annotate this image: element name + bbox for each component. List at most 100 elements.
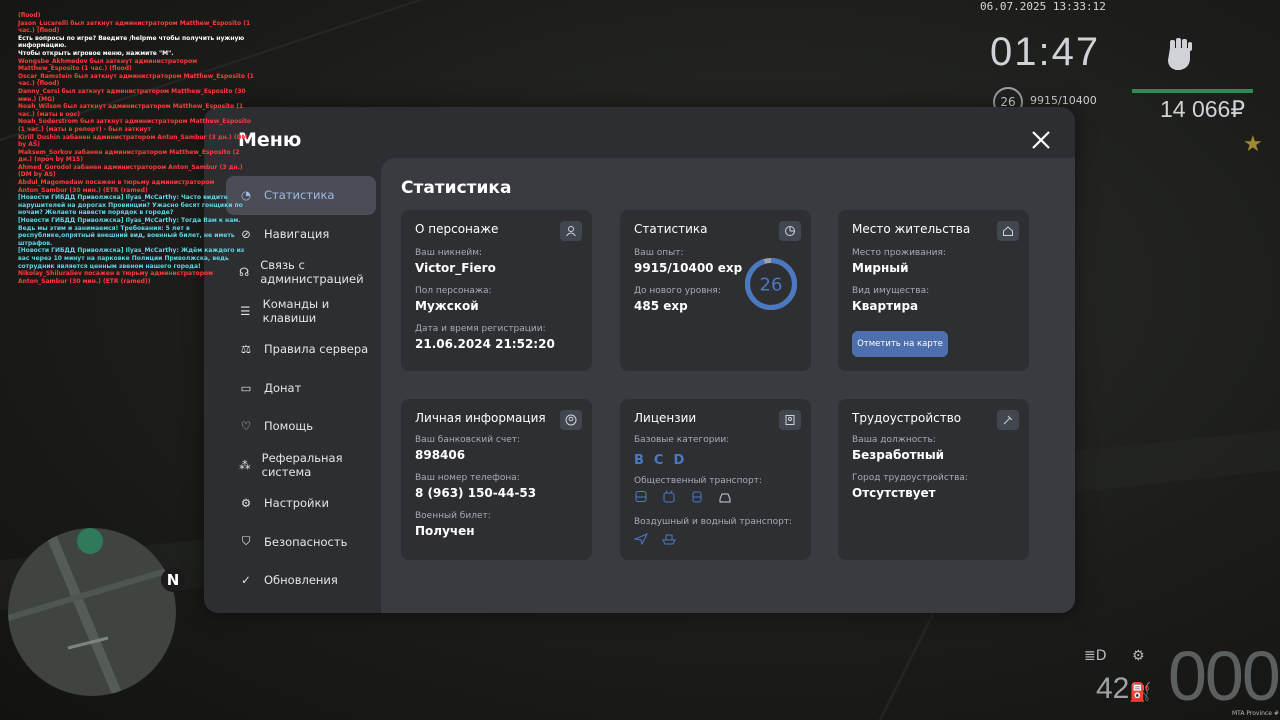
- id-badge-icon: [779, 410, 801, 430]
- shield-icon: ⛉: [241, 534, 251, 549]
- game-menu: Меню ◔ Статистика ⊘ Навигация ☊ Связь с админ…: [204, 107, 1075, 613]
- nav-item-10[interactable]: ⛉ Безопасность: [226, 523, 376, 562]
- nav-item-8[interactable]: ⁂ Реферальная система: [226, 446, 376, 485]
- nav-item-label: Навигация: [264, 226, 330, 241]
- close-icon[interactable]: [1030, 129, 1052, 151]
- nav-item-label: Статистика: [264, 188, 335, 203]
- residence-value: Мирный: [852, 261, 909, 275]
- nav-item-label: Правила сервера: [264, 342, 369, 357]
- card-licenses: Лицензии Базовые категории: BCD Обществе…: [620, 399, 811, 560]
- job-city-label: Город трудоустройства:: [852, 473, 968, 483]
- user-circle-icon: [560, 410, 582, 430]
- nav-item-5[interactable]: ⚖ Правила сервера: [226, 330, 376, 369]
- level-progress-ring: 26: [745, 258, 797, 310]
- nav-item-4[interactable]: ☰ Команды и клавиши: [226, 292, 376, 331]
- nav-item-6[interactable]: ▭ Донат: [226, 369, 376, 408]
- phone-value: 8 (963) 150-44-53: [415, 486, 537, 500]
- nav-item-label: Связь с администрацией: [260, 258, 364, 287]
- server-name: MTA Province #: [1232, 710, 1279, 717]
- bank-value: 898406: [415, 448, 466, 462]
- card-title: Статистика: [634, 222, 708, 236]
- mark-on-map-button[interactable]: Отметить на карте: [852, 331, 948, 357]
- chat-line: Чтобы открыть игровое меню, нажмите "M".: [18, 49, 174, 57]
- wallet-icon: ▭: [240, 380, 252, 395]
- card-title: Лицензии: [634, 411, 697, 425]
- card-statistics: Статистика Ваш опыт: 9915/10400 exp До н…: [620, 210, 811, 371]
- card-title: Трудоустройство: [852, 411, 962, 425]
- card-title: Место жительства: [852, 222, 971, 236]
- chat-line: [Новости ГИБДД Приволжска] Ilyas_McCarth…: [18, 217, 241, 247]
- chat-line: [Новости ГИБДД Приволжска] Ilyas_McCarth…: [18, 194, 243, 217]
- gear-icon: ⚙: [240, 496, 252, 511]
- nav-item-7[interactable]: ♡ Помощь: [226, 407, 376, 446]
- registration-label: Дата и время регистрации:: [415, 324, 546, 334]
- nav-item-label: Реферальная система: [261, 450, 343, 479]
- nav-item-label: Обновления: [264, 573, 338, 588]
- heart-hand-icon: ♡: [240, 419, 252, 434]
- chat-line: Abdul_Magomedaw посажен в тюрьму админис…: [18, 179, 215, 194]
- public-transport-icons: [634, 489, 741, 508]
- nav-item-11[interactable]: ✓ Обновления: [226, 561, 376, 600]
- exp-value: 9915/10400 exp: [634, 261, 743, 275]
- network-icon: ⁂: [239, 457, 251, 472]
- card-title: О персонаже: [415, 222, 499, 236]
- wanted-star-icon: ★: [1243, 132, 1263, 157]
- tram-icon: [690, 489, 704, 508]
- speedometer: 000: [1168, 637, 1280, 715]
- license-category: C: [653, 453, 664, 468]
- card-title: Личная информация: [415, 411, 546, 425]
- phone-label: Ваш номер телефона:: [415, 473, 520, 483]
- hud-exp: 9915/10400: [1030, 94, 1097, 107]
- minimap-poi-icon: [77, 528, 103, 554]
- nav-item-label: Команды и клавиши: [262, 296, 330, 325]
- chat-line: Ahmed_Gorodol забанен администратором An…: [18, 163, 243, 179]
- license-category: B: [634, 453, 644, 468]
- license-category: D: [673, 453, 685, 468]
- user-icon: [560, 221, 582, 241]
- next-level-value: 485 exp: [634, 299, 688, 313]
- chat-line: Oscar_Ramstein был заткнут администратор…: [18, 72, 254, 88]
- card-personal: Личная информация Ваш банковский счет: 8…: [401, 399, 592, 560]
- taxi-icon: [718, 489, 732, 508]
- document-icon: ☰: [240, 303, 251, 318]
- hammer-icon: [997, 410, 1019, 430]
- next-level-label: До нового уровня:: [634, 286, 721, 296]
- chat-line: (flood): [18, 12, 41, 19]
- level-value: 26: [760, 275, 783, 296]
- fist-icon: [1168, 38, 1192, 70]
- card-residence: Место жительства Место проживания: Мирны…: [838, 210, 1029, 371]
- license-categories: BCD: [634, 449, 694, 468]
- trolleybus-icon: [662, 489, 676, 508]
- chat-line: Maksem_Sorkov забанен администратором Ma…: [18, 148, 240, 164]
- check-circle-icon: ✓: [241, 573, 251, 588]
- chat-line: Kirill_Dushin забанен администратором An…: [18, 133, 248, 149]
- nav-item-label: Донат: [264, 380, 302, 395]
- position-label: Ваша должность:: [852, 435, 936, 445]
- base-categories-label: Базовые категории:: [634, 435, 730, 445]
- chat-line: [Новости ГИБДД Приволжска] Ilyas_McCarth…: [18, 247, 245, 270]
- nav-item-9[interactable]: ⚙ Настройки: [226, 484, 376, 523]
- gender-label: Пол персонажа:: [415, 286, 492, 296]
- card-character: О персонаже Ваш никнейм: Victor_Fiero По…: [401, 210, 592, 371]
- chat-line: Noah_Soderstrom был заткнут администрато…: [18, 118, 251, 133]
- content-area: Статистика О персонаже Ваш никнейм: Vict…: [381, 158, 1075, 613]
- chat-line: Jason_Lucarelli был заткнут администрато…: [18, 19, 251, 35]
- fuel-pump-icon: ⛽: [1129, 682, 1152, 702]
- boat-icon: [662, 530, 676, 549]
- chat-line: Есть вопросы по игре? Введите /helpme чт…: [18, 34, 245, 50]
- chat-log: (flood) Jason_Lucarelli был заткнут админ…: [18, 12, 254, 285]
- chat-line: Danny_Cersi был заткнут администратором …: [18, 87, 246, 103]
- nav-item-label: Безопасность: [264, 534, 348, 549]
- nav-item-label: Настройки: [264, 496, 329, 511]
- bus-icon: [634, 489, 648, 508]
- gender-value: Мужской: [415, 299, 479, 313]
- military-label: Военный билет:: [415, 511, 491, 521]
- chat-line: Wongsbe_Akhmedov был заткнут администрат…: [18, 57, 198, 73]
- public-transport-label: Общественный транспорт:: [634, 476, 762, 486]
- air-water-label: Воздушный и водный транспорт:: [634, 517, 793, 527]
- chat-line: Noah_Wilson был заткнут администратором …: [18, 103, 244, 118]
- hud-health-bar: [1132, 89, 1253, 93]
- headlight-icon: ≣D: [1084, 648, 1107, 664]
- residence-label: Место проживания:: [852, 248, 946, 258]
- hud-datetime: 06.07.2025 13:33:12: [980, 0, 1106, 13]
